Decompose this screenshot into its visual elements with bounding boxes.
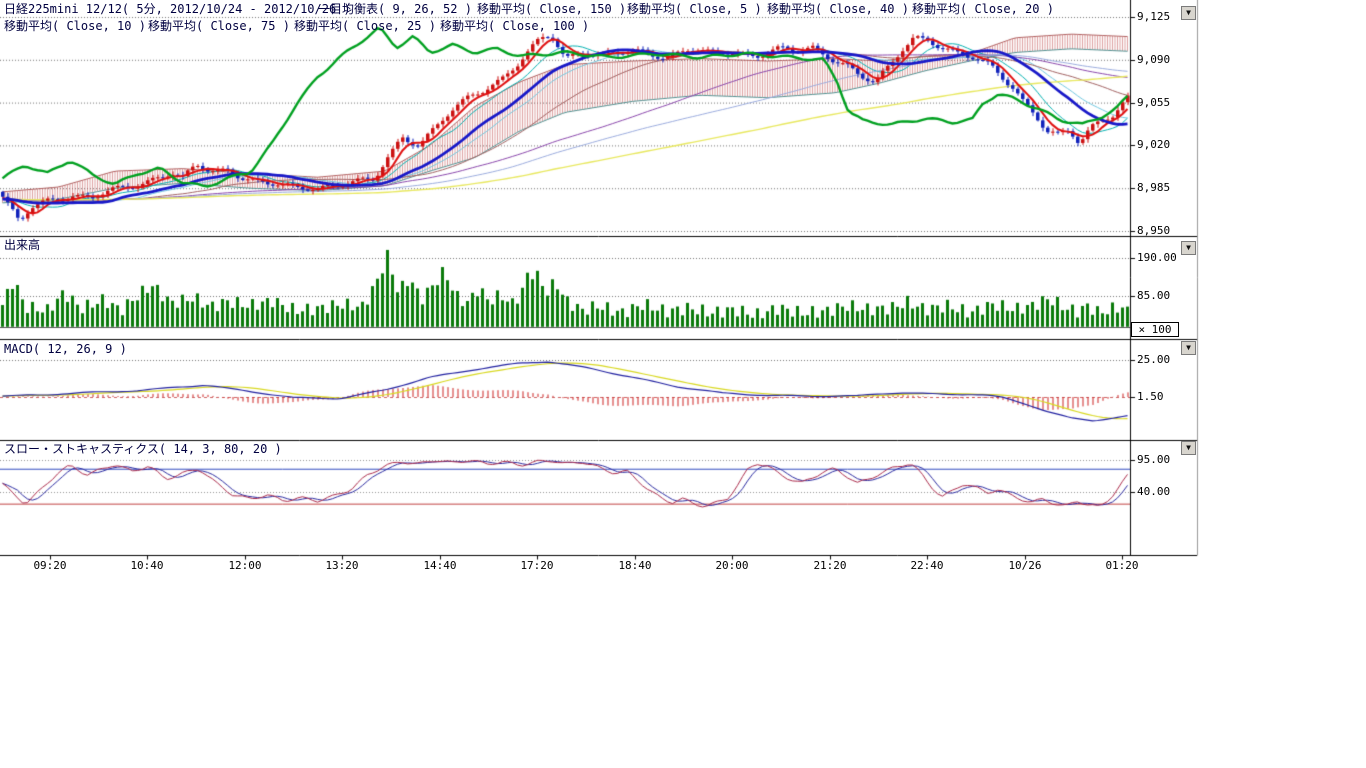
legend-symbol: 日経225mini 12/12( 5分, 2012/10/24 - 2012/1… [4, 3, 351, 16]
trading-chart-window: 日経225mini 12/12( 5分, 2012/10/24 - 2012/1… [0, 0, 1366, 768]
pane-dropdown-button[interactable]: ▼ [1181, 6, 1196, 20]
indicator-legend-row1: 日経225mini 12/12( 5分, 2012/10/24 - 2012/1… [0, 3, 1200, 17]
chart-canvas[interactable] [0, 0, 1200, 570]
stochastics-pane-label: スロー・ストキャスティクス( 14, 3, 80, 20 ) [4, 443, 282, 456]
chevron-down-icon: ▼ [1186, 443, 1191, 452]
legend-ma-150: 移動平均( Close, 150 ) [477, 3, 626, 16]
legend-ma-25: 移動平均( Close, 25 ) [294, 20, 436, 33]
volume-unit-box: × 100 [1131, 322, 1179, 337]
chevron-down-icon: ▼ [1186, 8, 1191, 17]
legend-ma-100: 移動平均( Close, 100 ) [440, 20, 589, 33]
legend-ichimoku: 一目均衡表( 9, 26, 52 ) [318, 3, 472, 16]
macd-pane-label: MACD( 12, 26, 9 ) [4, 343, 127, 356]
legend-ma-5: 移動平均( Close, 5 ) [627, 3, 762, 16]
pane-dropdown-button[interactable]: ▼ [1181, 441, 1196, 455]
legend-ma-10: 移動平均( Close, 10 ) [4, 20, 146, 33]
pane-dropdown-button[interactable]: ▼ [1181, 341, 1196, 355]
chevron-down-icon: ▼ [1186, 243, 1191, 252]
legend-ma-20: 移動平均( Close, 20 ) [912, 3, 1054, 16]
legend-ma-40: 移動平均( Close, 40 ) [767, 3, 909, 16]
legend-ma-75: 移動平均( Close, 75 ) [148, 20, 290, 33]
pane-dropdown-button[interactable]: ▼ [1181, 241, 1196, 255]
indicator-legend-row2: 移動平均( Close, 10 ) 移動平均( Close, 75 ) 移動平均… [0, 20, 1200, 34]
chevron-down-icon: ▼ [1186, 343, 1191, 352]
volume-pane-label: 出来高 [4, 239, 40, 252]
